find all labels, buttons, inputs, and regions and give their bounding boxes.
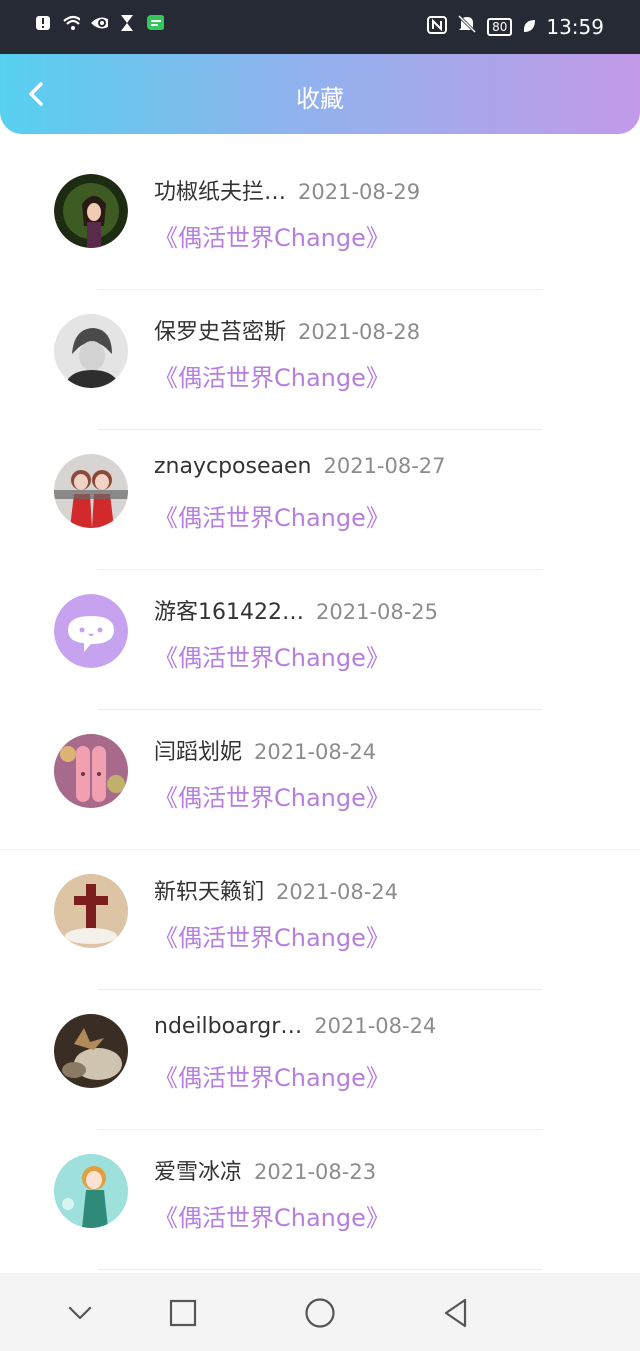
home-icon[interactable] <box>300 1293 340 1333</box>
user-name: 闫蹈划妮 2021-08-24 <box>154 740 377 765</box>
book-title-link[interactable]: 《偶活世界Change》 <box>154 358 390 393</box>
list-item[interactable]: 保罗史苔密斯 2021-08-28 《偶活世界Change》 <box>0 290 640 430</box>
user-name: ndeilboargr… 2021-08-24 <box>154 1014 437 1039</box>
date: 2021-08-24 <box>314 1014 437 1038</box>
favorites-list: 功椒纸夫拦… 2021-08-29 《偶活世界Change》 保罗史苔密斯 2021… <box>0 150 640 1270</box>
date: 2021-08-23 <box>254 1160 377 1184</box>
book-title-link[interactable]: 《偶活世界Change》 <box>154 498 390 533</box>
page-title: 收藏 <box>296 85 344 113</box>
user-name: 新轵天籁钔 2021-08-24 <box>154 880 399 905</box>
alert-icon <box>34 14 52 32</box>
list-item[interactable]: 功椒纸夫拦… 2021-08-29 《偶活世界Change》 <box>0 150 640 290</box>
clock: 13:59 <box>546 14 604 39</box>
user-name: 爱雪冰凉 2021-08-23 <box>154 1160 377 1185</box>
list-item[interactable]: 游客161422… 2021-08-25 《偶活世界Change》 <box>0 570 640 710</box>
book-title-link[interactable]: 《偶活世界Change》 <box>154 778 390 813</box>
avatar <box>54 734 128 808</box>
user-name: znaycposeaen 2021-08-27 <box>154 454 446 479</box>
mute-icon <box>457 14 477 39</box>
eye-icon <box>90 14 108 32</box>
leaf-icon <box>522 15 536 39</box>
date: 2021-08-25 <box>315 600 439 624</box>
avatar <box>54 594 128 668</box>
book-title-link[interactable]: 《偶活世界Change》 <box>154 1198 390 1233</box>
book-title-link[interactable]: 《偶活世界Change》 <box>154 638 390 673</box>
avatar <box>54 1014 128 1088</box>
user-name: 保罗史苔密斯 2021-08-28 <box>154 320 421 345</box>
hourglass-icon <box>118 14 136 32</box>
book-title-link[interactable]: 《偶活世界Change》 <box>154 918 390 953</box>
header: 收藏 <box>0 54 640 134</box>
user-name: 功椒纸夫拦… 2021-08-29 <box>154 180 421 205</box>
date: 2021-08-29 <box>298 180 421 204</box>
avatar <box>54 314 128 388</box>
date: 2021-08-24 <box>276 880 399 904</box>
avatar <box>54 874 128 948</box>
collapse-icon[interactable] <box>60 1293 100 1333</box>
divider <box>98 1269 542 1270</box>
avatar <box>54 1154 128 1228</box>
system-nav-bar <box>0 1273 640 1351</box>
battery-icon: 80 <box>487 17 513 36</box>
list-item[interactable]: 闫蹈划妮 2021-08-24 《偶活世界Change》 <box>0 710 640 850</box>
avatar <box>54 454 128 528</box>
date: 2021-08-24 <box>254 740 377 764</box>
status-bar: 80 13:59 <box>0 0 640 54</box>
book-title-link[interactable]: 《偶活世界Change》 <box>154 1058 390 1093</box>
book-title-link[interactable]: 《偶活世界Change》 <box>154 218 390 253</box>
list-item[interactable]: znaycposeaen 2021-08-27 《偶活世界Change》 <box>0 430 640 570</box>
user-name: 游客161422… 2021-08-25 <box>154 600 439 625</box>
chat-icon <box>146 14 164 32</box>
list-item[interactable]: 新轵天籁钔 2021-08-24 《偶活世界Change》 <box>0 850 640 990</box>
back-icon[interactable] <box>436 1293 476 1333</box>
date: 2021-08-28 <box>298 320 421 344</box>
recents-icon[interactable] <box>163 1293 203 1333</box>
avatar <box>54 174 128 248</box>
list-item[interactable]: 爱雪冰凉 2021-08-23 《偶活世界Change》 <box>0 1130 640 1270</box>
date: 2021-08-27 <box>323 454 446 478</box>
nfc-icon <box>427 15 448 39</box>
wifi-icon <box>62 14 80 32</box>
list-item[interactable]: ndeilboargr… 2021-08-24 《偶活世界Change》 <box>0 990 640 1130</box>
